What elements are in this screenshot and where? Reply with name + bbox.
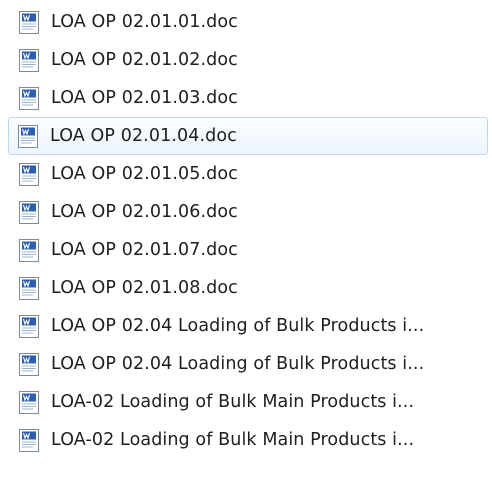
word-document-icon bbox=[19, 314, 39, 338]
word-document-icon bbox=[18, 124, 38, 148]
file-name: LOA OP 02.04 Loading of Bulk Products i.… bbox=[51, 354, 425, 374]
file-name: LOA OP 02.01.01.doc bbox=[51, 12, 238, 32]
file-name: LOA OP 02.01.06.doc bbox=[51, 202, 238, 222]
file-item[interactable]: LOA OP 02.01.01.doc bbox=[0, 3, 492, 41]
file-name: LOA OP 02.01.08.doc bbox=[51, 278, 238, 298]
word-document-icon bbox=[19, 200, 39, 224]
file-name: LOA OP 02.04 Loading of Bulk Products i.… bbox=[51, 316, 425, 336]
word-document-icon bbox=[19, 352, 39, 376]
file-item[interactable]: LOA OP 02.04 Loading of Bulk Products i.… bbox=[0, 345, 492, 383]
file-item[interactable]: LOA OP 02.01.02.doc bbox=[0, 41, 492, 79]
file-item[interactable]: LOA-02 Loading of Bulk Main Products i..… bbox=[0, 383, 492, 421]
word-document-icon bbox=[19, 428, 39, 452]
file-item[interactable]: LOA OP 02.01.06.doc bbox=[0, 193, 492, 231]
file-name: LOA-02 Loading of Bulk Main Products i..… bbox=[51, 430, 415, 450]
file-list: LOA OP 02.01.01.doc LOA OP 02.01.02.doc … bbox=[0, 3, 492, 459]
file-item[interactable]: LOA OP 02.01.05.doc bbox=[0, 155, 492, 193]
file-name: LOA OP 02.01.03.doc bbox=[51, 88, 238, 108]
word-document-icon bbox=[19, 48, 39, 72]
word-document-icon bbox=[19, 162, 39, 186]
file-name: LOA OP 02.01.04.doc bbox=[50, 126, 237, 146]
file-item[interactable]: LOA-02 Loading of Bulk Main Products i..… bbox=[0, 421, 492, 459]
file-item[interactable]: LOA OP 02.01.07.doc bbox=[0, 231, 492, 269]
file-name: LOA OP 02.01.07.doc bbox=[51, 240, 238, 260]
word-document-icon bbox=[19, 10, 39, 34]
word-document-icon bbox=[19, 238, 39, 262]
file-item[interactable]: LOA OP 02.01.08.doc bbox=[0, 269, 492, 307]
word-document-icon bbox=[19, 390, 39, 414]
file-name: LOA-02 Loading of Bulk Main Products i..… bbox=[51, 392, 415, 412]
word-document-icon bbox=[19, 86, 39, 110]
file-name: LOA OP 02.01.05.doc bbox=[51, 164, 238, 184]
word-document-icon bbox=[19, 276, 39, 300]
file-item[interactable]: LOA OP 02.04 Loading of Bulk Products i.… bbox=[0, 307, 492, 345]
file-name: LOA OP 02.01.02.doc bbox=[51, 50, 238, 70]
file-item-selected[interactable]: LOA OP 02.01.04.doc bbox=[8, 117, 488, 155]
file-item[interactable]: LOA OP 02.01.03.doc bbox=[0, 79, 492, 117]
